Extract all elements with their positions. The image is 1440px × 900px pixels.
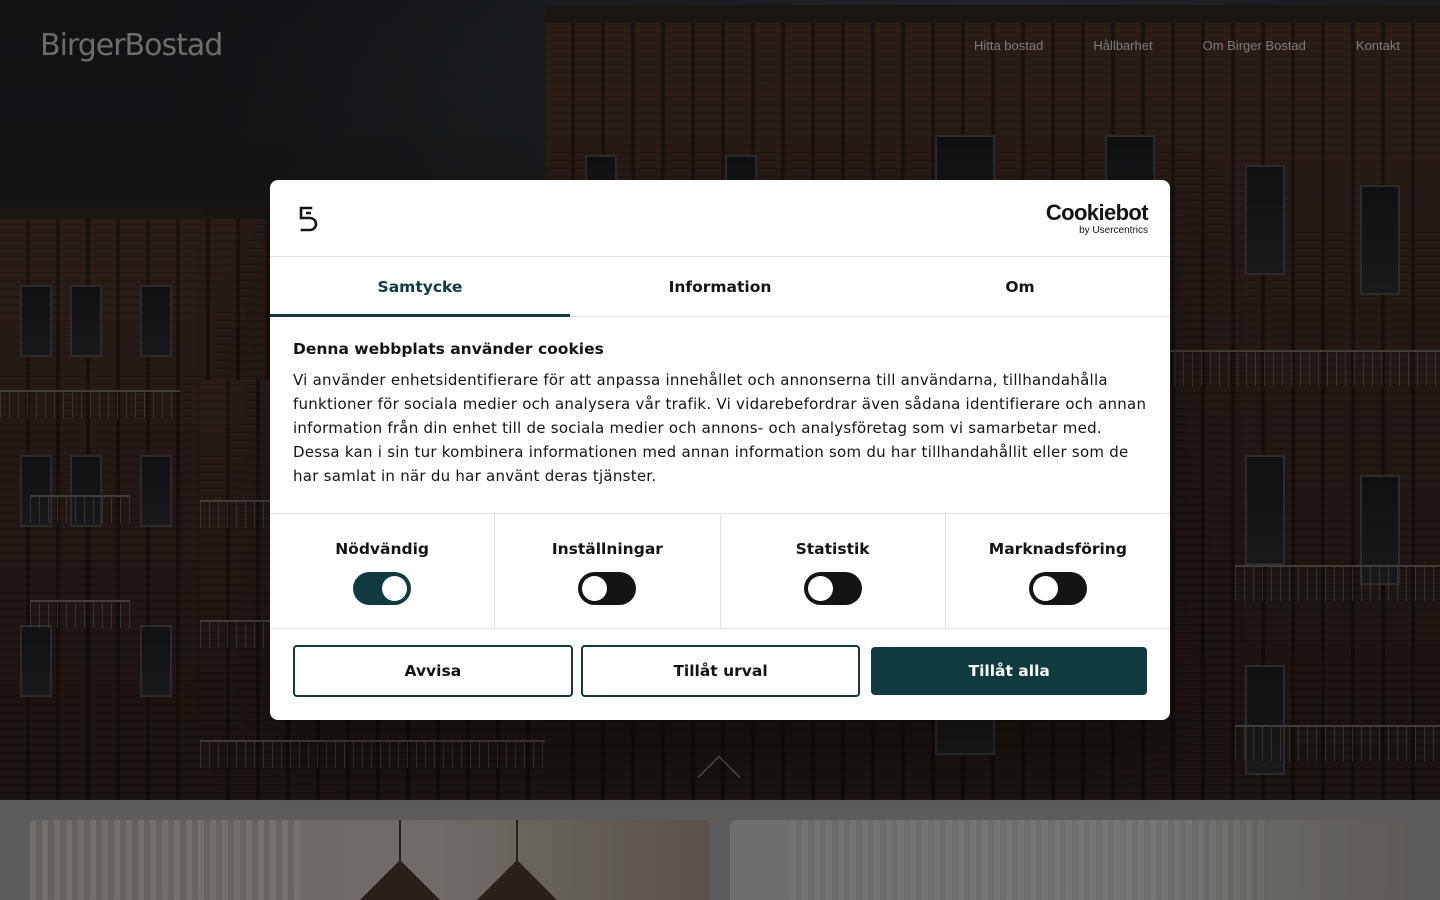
birger-bostad-mark-icon (298, 206, 320, 232)
cookie-consent-dialog: Cookiebot by Usercentrics Samtycke Infor… (270, 180, 1170, 720)
nav-link-om-birger-bostad[interactable]: Om Birger Bostad (1203, 38, 1306, 53)
tab-information[interactable]: Information (570, 257, 870, 316)
cookie-categories: Nödvändig Inställningar Statistik Markna… (270, 514, 1170, 629)
tab-om[interactable]: Om (870, 257, 1170, 316)
toggle-knob (382, 576, 408, 601)
category-marknadsforing: Marknadsföring (946, 514, 1170, 628)
toggle-nodvandig[interactable] (353, 572, 412, 605)
category-nodvandig: Nödvändig (270, 514, 496, 628)
cookiebot-logo[interactable]: Cookiebot by Usercentrics (1045, 200, 1149, 237)
nav-link-hitta-bostad[interactable]: Hitta bostad (974, 38, 1043, 53)
toggle-knob (582, 576, 608, 601)
consent-text: Vi använder enhetsidentifierare för att … (293, 371, 1147, 485)
category-label: Marknadsföring (988, 540, 1127, 558)
category-statistik: Statistik (721, 514, 946, 628)
dialog-actions: Avvisa Tillåt urval Tillåt alla (270, 629, 1170, 697)
toggle-installningar[interactable] (578, 572, 637, 605)
category-label: Nödvändig (335, 540, 430, 558)
category-label: Inställningar (551, 540, 663, 558)
consent-content: Denna webbplats använder cookies Vi anvä… (270, 317, 1170, 514)
dialog-header: Cookiebot by Usercentrics (270, 180, 1170, 257)
main-nav: Hitta bostad Hållbarhet Om Birger Bostad… (974, 38, 1400, 53)
toggle-statistik[interactable] (803, 572, 862, 605)
feature-card-right[interactable] (730, 820, 1410, 900)
allow-all-button[interactable]: Tillåt alla (871, 647, 1148, 695)
cookiebot-name: Cookiebot (1045, 200, 1149, 225)
cookiebot-sub: by Usercentrics (1079, 225, 1148, 236)
feature-cards (0, 800, 1440, 900)
reject-button[interactable]: Avvisa (293, 645, 573, 697)
site-logo[interactable]: BirgerBostad (40, 28, 223, 63)
toggle-knob (807, 576, 833, 601)
nav-link-hallbarhet[interactable]: Hållbarhet (1093, 38, 1152, 53)
site-header: BirgerBostad Hitta bostad Hållbarhet Om … (0, 0, 1440, 90)
category-installningar: Inställningar (495, 514, 721, 628)
nav-link-kontakt[interactable]: Kontakt (1356, 38, 1400, 53)
toggle-marknadsforing[interactable] (1028, 572, 1087, 605)
toggle-knob (1032, 576, 1058, 601)
tab-samtycke[interactable]: Samtycke (270, 257, 570, 317)
dialog-tabs: Samtycke Information Om (270, 257, 1170, 317)
allow-selection-button[interactable]: Tillåt urval (580, 645, 861, 697)
feature-card-left[interactable] (30, 820, 710, 900)
category-label: Statistik (795, 540, 870, 558)
consent-title: Denna webbplats använder cookies (293, 340, 604, 358)
